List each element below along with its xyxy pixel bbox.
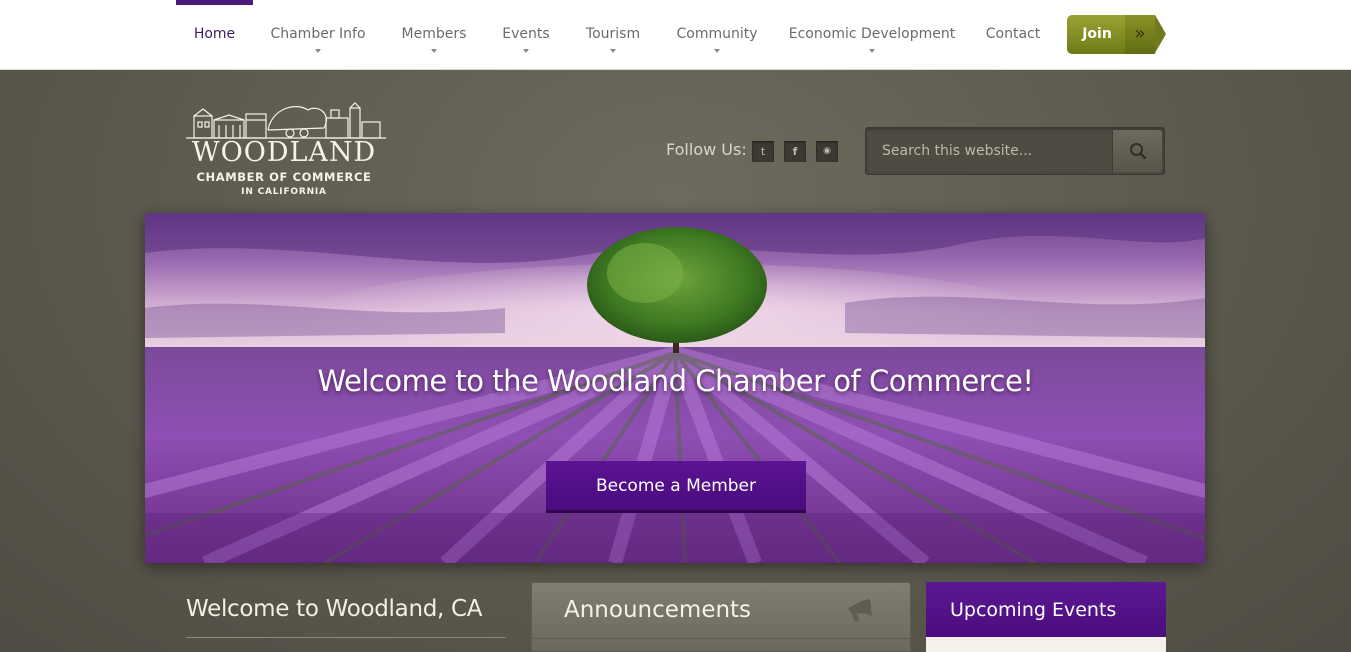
search-box	[865, 127, 1165, 175]
follow-us-label: Follow Us:	[666, 140, 747, 159]
nav-item-contact[interactable]: Contact	[982, 0, 1044, 70]
nav-item-members[interactable]: Members	[396, 0, 472, 70]
rss-icon[interactable]: ◉	[816, 141, 838, 162]
twitter-icon[interactable]: t	[752, 141, 774, 162]
double-chevron-right-icon: »	[1125, 15, 1155, 54]
divider	[532, 638, 910, 639]
nav-item-label: Events	[502, 26, 550, 42]
join-button[interactable]: Join »	[1067, 15, 1167, 54]
upcoming-events-panel: Upcoming Events	[926, 582, 1166, 652]
nav-item-community[interactable]: Community	[672, 0, 762, 70]
nav-item-economic-development[interactable]: Economic Development	[786, 0, 958, 70]
logo-title: WOODLAND	[191, 137, 377, 168]
join-button-arrow-tip	[1155, 15, 1166, 53]
announcements-heading: Announcements	[564, 597, 752, 623]
nav-item-home[interactable]: Home	[176, 0, 253, 70]
nav-item-events[interactable]: Events	[498, 0, 554, 70]
top-navigation-bar: Home Chamber Info Members Events Tourism…	[0, 0, 1351, 70]
logo-subtitle: CHAMBER OF COMMERCE	[196, 170, 372, 184]
nav-item-chamber-info[interactable]: Chamber Info	[266, 0, 370, 70]
caret-down-icon	[431, 49, 437, 53]
join-button-label: Join	[1067, 15, 1127, 54]
search-button[interactable]	[1112, 130, 1162, 172]
welcome-heading: Welcome to Woodland, CA	[186, 596, 483, 622]
caret-down-icon	[714, 49, 720, 53]
announcements-panel: Announcements	[531, 582, 911, 652]
nav-item-tourism[interactable]: Tourism	[581, 0, 645, 70]
caret-down-icon	[869, 49, 875, 53]
caret-down-icon	[523, 49, 529, 53]
hero-title: Welcome to the Woodland Chamber of Comme…	[317, 364, 1034, 398]
caret-down-icon	[315, 49, 321, 53]
nav-item-label: Tourism	[585, 26, 641, 42]
nav-item-label: Home	[193, 26, 236, 42]
megaphone-icon	[848, 599, 872, 622]
nav-item-label: Members	[401, 26, 467, 42]
nav-item-label: Chamber Info	[270, 26, 366, 42]
nav-item-label: Contact	[985, 26, 1041, 42]
caret-down-icon	[610, 49, 616, 53]
logo-skyline-graphic	[186, 102, 386, 139]
nav-item-label: Community	[676, 26, 758, 42]
upcoming-events-heading: Upcoming Events	[950, 599, 1117, 621]
search-input[interactable]	[872, 134, 1110, 168]
upcoming-events-header: Upcoming Events	[926, 582, 1166, 637]
logo-location: IN CALIFORNIA	[241, 187, 327, 197]
divider	[186, 637, 506, 638]
nav-item-label: Economic Development	[788, 26, 956, 42]
site-logo[interactable]: WOODLAND CHAMBER OF COMMERCE IN CALIFORN…	[180, 100, 390, 200]
become-member-button[interactable]: Become a Member	[546, 461, 806, 513]
facebook-icon[interactable]: f	[784, 141, 806, 162]
search-icon	[1130, 143, 1147, 160]
